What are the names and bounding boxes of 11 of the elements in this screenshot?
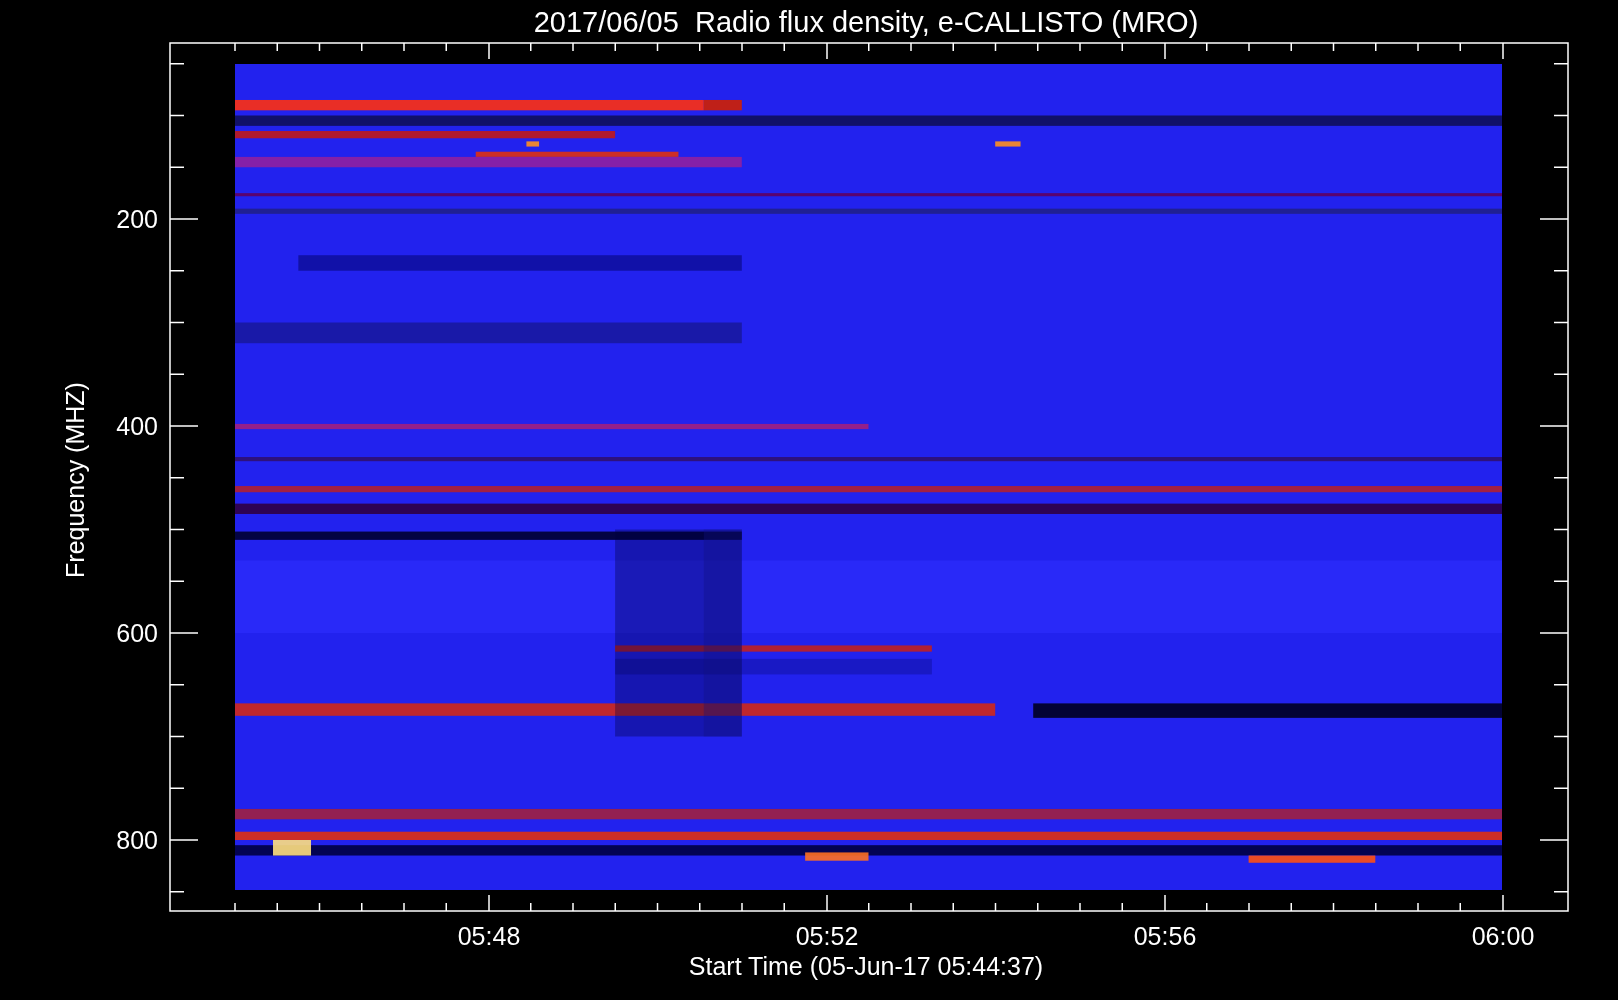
x-tick-label: 05:56 xyxy=(1133,922,1197,950)
y-tick-label: 200 xyxy=(116,205,158,233)
y-tick-label: 400 xyxy=(116,412,158,440)
x-axis-label: Start Time (05-Jun-17 05:44:37) xyxy=(688,952,1044,980)
x-tick-label: 06:00 xyxy=(1471,922,1535,950)
y-tick-label: 600 xyxy=(116,619,158,647)
x-tick-label: 05:48 xyxy=(457,922,521,950)
plot-title: 2017/06/05 Radio flux density, e-CALLISTO (MRO) xyxy=(533,6,1199,38)
y-tick-label: 800 xyxy=(116,826,158,854)
y-axis-label: Frequency (MHZ) xyxy=(61,382,89,578)
x-tick-label: 05:52 xyxy=(795,922,859,950)
